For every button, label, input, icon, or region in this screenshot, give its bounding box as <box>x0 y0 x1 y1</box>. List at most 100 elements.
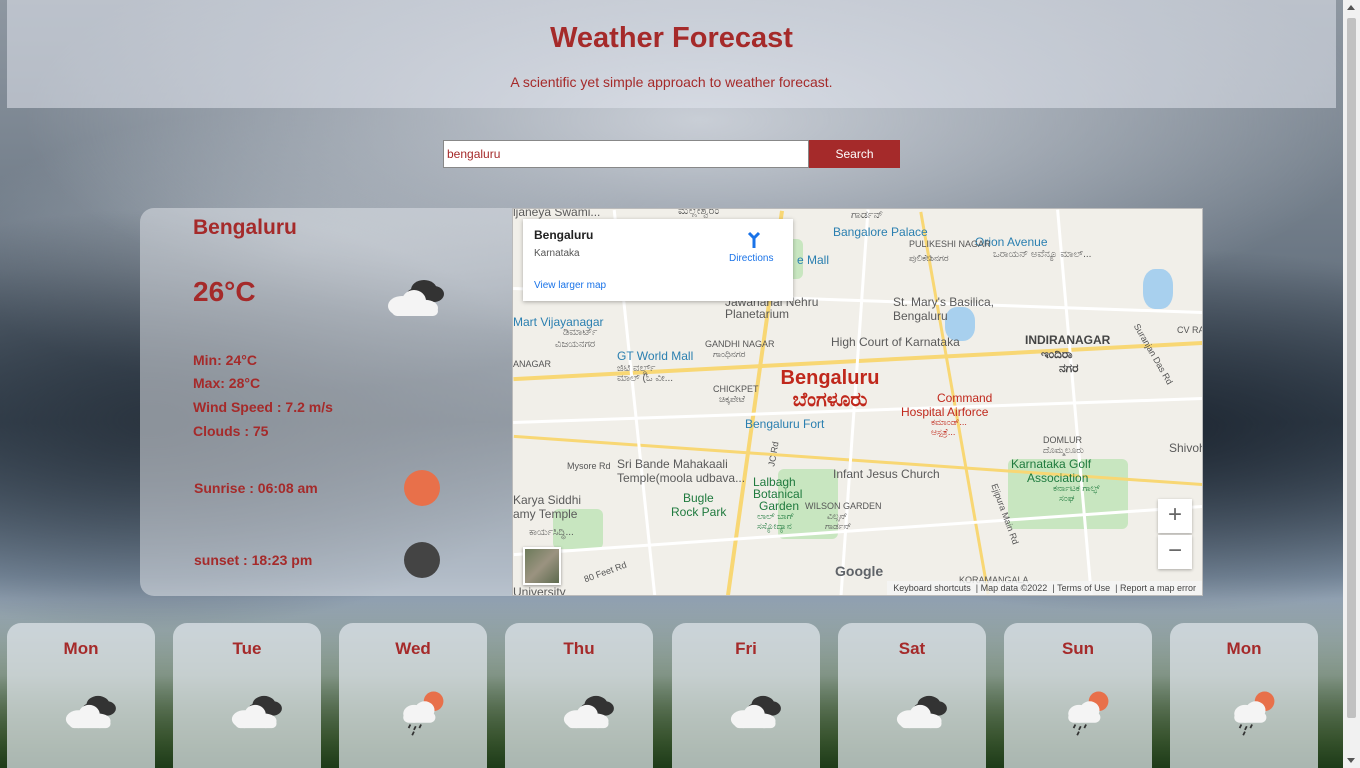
keyboard-shortcuts-link[interactable]: Keyboard shortcuts <box>893 583 971 593</box>
clouds: Clouds : 75 <box>193 423 269 439</box>
max-temp: Max: 28°C <box>193 375 261 391</box>
current-weather-card: Bengaluru 26°C Min: 24°C Max: 28°C Wind … <box>140 208 512 596</box>
map-label: Bengaluru Fort <box>745 417 825 431</box>
search-button[interactable]: Search <box>809 140 900 168</box>
forecast-day: Wed <box>395 639 431 658</box>
map-label: Infant Jesus Church <box>833 467 940 481</box>
map-label: ಮಲ್ಲೇಶ್ವರಂ <box>678 208 720 217</box>
map-label: Karya Siddhi <box>513 493 582 507</box>
google-logo: Google <box>835 563 884 579</box>
forecast-day: Tue <box>232 639 262 658</box>
map-label: Karnataka Golf <box>1011 457 1092 471</box>
forecast-card: Tue <box>173 623 321 768</box>
map-label: CV RA <box>1177 325 1203 335</box>
map-city-label: Bengaluru ಬೆಂಗಳೂರು <box>780 367 880 411</box>
map-label: ಡಿಮಾರ್ಟ್ <box>563 327 598 338</box>
map-label: e Mall <box>797 253 830 267</box>
sunset-icon <box>404 542 440 578</box>
rain-icon <box>403 691 444 736</box>
map-label: GT World Mall <box>617 349 694 363</box>
directions-icon[interactable] <box>745 231 763 249</box>
broken-clouds-icon <box>730 695 781 729</box>
map-label: ಕಾರ್ಯಸಿದ್ಧಿ... <box>529 527 574 538</box>
satellite-toggle[interactable] <box>523 547 561 585</box>
map-label: Planetarium <box>725 307 790 321</box>
map-label: Sri Bande Mahakaali <box>617 457 728 471</box>
map-label: Temple(moola udbava... <box>617 471 746 485</box>
map-label: Mysore Rd <box>567 461 611 471</box>
min-temp: Min: 24°C <box>193 352 257 368</box>
map-label: ಸಂಘ <box>1059 493 1075 503</box>
broken-clouds-icon <box>65 695 116 729</box>
forecast-day: Mon <box>1226 639 1262 658</box>
current-temperature: 26°C <box>193 276 256 307</box>
broken-clouds-icon <box>231 695 282 729</box>
map-label: Shivoh <box>1169 441 1203 455</box>
zoom-out-button[interactable]: − <box>1158 535 1192 569</box>
rain-icon <box>1068 691 1109 736</box>
map-label: PULIKESHI NAGAR <box>909 239 991 249</box>
map-label: Suranjan Das Rd <box>1131 321 1175 387</box>
map-label: ಪುಲಿಕೇಶಿನಗರ <box>909 253 949 263</box>
map-label: INDIRANAGAR <box>1025 333 1111 347</box>
page-subtitle: A scientific yet simple approach to weat… <box>510 74 833 90</box>
forecast-card: Mon <box>1170 623 1318 768</box>
directions-link[interactable]: Directions <box>729 253 773 264</box>
forecast-card: Sun <box>1004 623 1152 768</box>
map-label: ನಗರ <box>1059 361 1079 375</box>
map-label: Bengaluru <box>893 309 948 323</box>
page-header: Weather Forecast A scientific yet simple… <box>7 0 1336 108</box>
map-label: ಮಾಲ್ (ಓ ವೀ... <box>617 373 674 384</box>
map-label: 80 Feet Rd <box>582 559 628 585</box>
forecast-card: Mon <box>7 623 155 768</box>
scroll-up-arrow[interactable] <box>1347 5 1355 10</box>
map-label: University <box>513 585 566 596</box>
search-input[interactable] <box>443 140 809 168</box>
forecast-card: Thu <box>505 623 653 768</box>
map-label: ಚಿಕ್ಕಪೇಟೆ <box>719 394 745 404</box>
map-label: ಗಾರ್ಡನ್ <box>825 521 852 531</box>
map-label: amy Temple <box>513 507 578 521</box>
map-label: ವಿಜಯನಗರ <box>555 339 596 350</box>
sunset-time: sunset : 18:23 pm <box>194 552 313 568</box>
map-lake <box>1143 269 1173 309</box>
broken-clouds-icon <box>563 695 614 729</box>
forecast-day: Mon <box>63 639 99 658</box>
city-name: Bengaluru <box>193 216 297 239</box>
map-label: ljaneya Swami... <box>513 208 601 219</box>
wind-speed: Wind Speed : 7.2 m/s <box>193 399 333 415</box>
search-bar: Search <box>443 140 900 168</box>
forecast-day: Sat <box>898 639 926 658</box>
map-place-region: Karnataka <box>534 248 580 259</box>
forecast-card: Fri <box>672 623 820 768</box>
forecast-day: Sun <box>1061 639 1095 658</box>
map-label: Bangalore Palace <box>833 225 928 239</box>
map-label: ಆಸ್ಪತ್ರೆ... <box>931 427 956 437</box>
map-info-window: Bengaluru Karnataka Directions View larg… <box>523 219 793 301</box>
broken-clouds-icon <box>896 695 947 729</box>
map-label: Bugle <box>683 491 714 505</box>
map-label: ಗಾರ್ಡನ್ <box>851 209 884 221</box>
map-label: ಒರಾಯನ್ ಅವೆನ್ಯೂ ಮಾಲ್... <box>993 249 1092 260</box>
terms-link[interactable]: Terms of Use <box>1057 583 1110 593</box>
scrollbar[interactable] <box>1343 0 1360 768</box>
map-label: St. Mary's Basilica, <box>893 295 994 309</box>
map-embed[interactable]: ljaneya Swami... ಮಲ್ಲೇಶ್ವರಂ ಗಾರ್ಡನ್ Bang… <box>512 208 1203 596</box>
report-error-link[interactable]: Report a map error <box>1120 583 1196 593</box>
map-attribution: Keyboard shortcuts | Map data ©2022 | Te… <box>887 581 1202 595</box>
scroll-down-arrow[interactable] <box>1347 758 1355 763</box>
broken-clouds-icon <box>388 280 444 316</box>
zoom-in-button[interactable]: + <box>1158 499 1192 533</box>
map-label: ಇಂದಿರಾ <box>1041 347 1073 361</box>
map-label: High Court of Karnataka <box>831 335 960 349</box>
map-label: Command <box>937 391 993 405</box>
forecast-day: Thu <box>563 639 595 658</box>
forecast-card: Sat <box>838 623 986 768</box>
map-label: Rock Park <box>671 505 727 519</box>
scrollbar-thumb[interactable] <box>1347 18 1356 718</box>
rain-icon <box>1234 691 1275 736</box>
forecast-day: Fri <box>735 639 757 658</box>
view-larger-map-link[interactable]: View larger map <box>534 280 606 291</box>
map-label: WILSON GARDEN <box>805 501 882 511</box>
map-label: ANAGAR <box>513 359 552 369</box>
